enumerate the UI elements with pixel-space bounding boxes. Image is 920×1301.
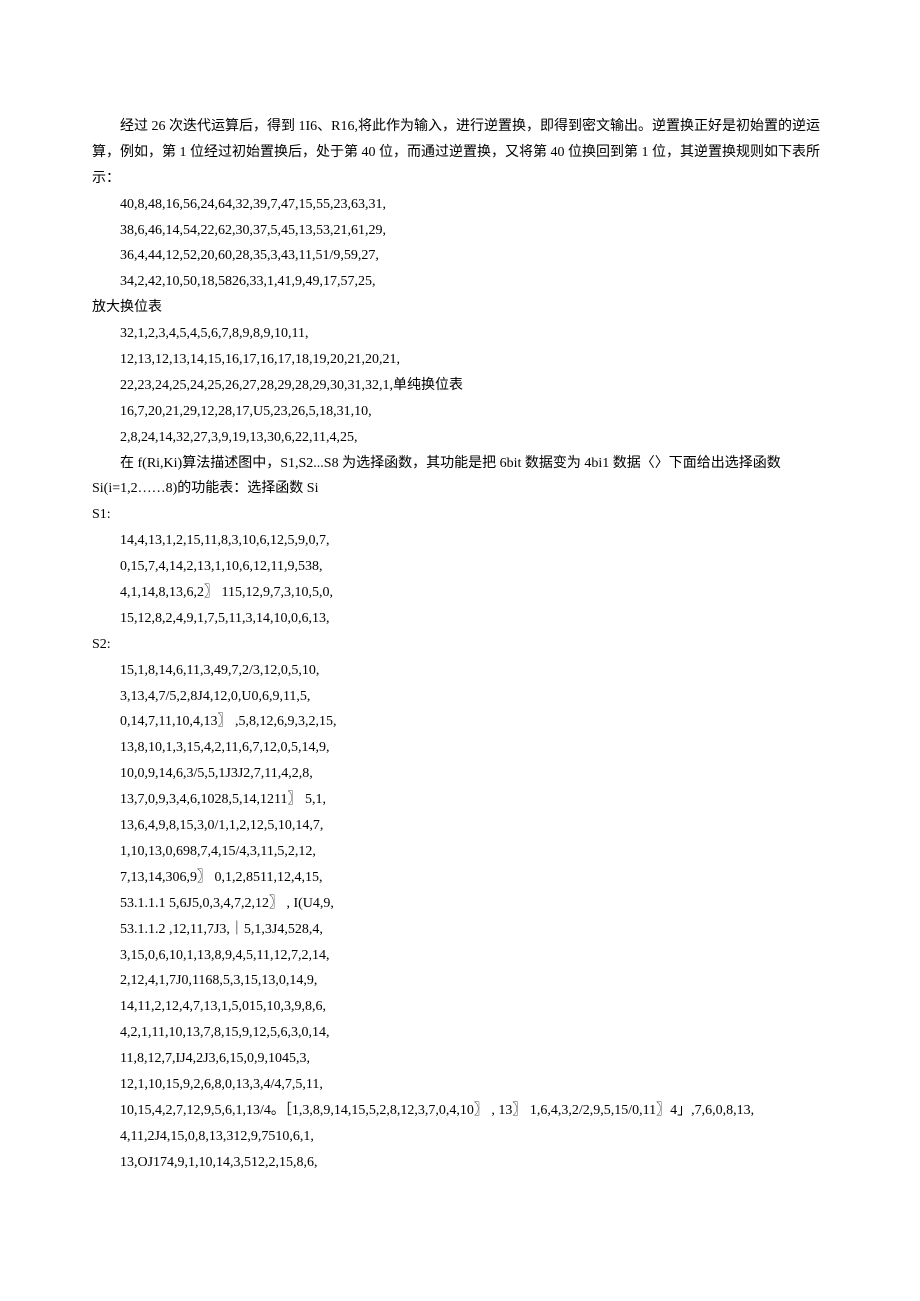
text: 15,12,8,2,4,9,1,7,5,11,3,14,10,0,6,13, [120, 611, 329, 626]
text: 13,8,10,1,3,15,4,2,11,6,7,12,0,5,14,9, [120, 740, 329, 755]
text: 14,4,13,1,2,15,11,8,3,10,6,12,5,9,0,7, [120, 533, 329, 548]
data-line: 4,1,14,8,13,6,2〗 115,12,9,7,3,10,5,0, [92, 580, 828, 606]
text: 36,4,44,12,52,20,60,28,35,3,43,11,51/9,5… [120, 248, 379, 263]
text: 13,7,0,9,3,4,6,1028,5,14,1211〗 5,1, [120, 792, 326, 807]
text: 7,13,14,306,9〗 0,1,2,8511,12,4,15, [120, 870, 322, 885]
data-line: 4,11,2J4,15,0,8,13,312,9,7510,6,1, [92, 1124, 828, 1150]
data-line: 53.1.1.2 ,12,11,7J3,｜5,1,3J4,528,4, [92, 917, 828, 943]
data-line: 11,8,12,7,IJ4,2J3,6,15,0,9,1045,3, [92, 1046, 828, 1072]
text: 10,15,4,2,7,12,9,5,6,1,13/4。［1,3,8,9,14,… [120, 1103, 754, 1118]
text: 3,13,4,7/5,2,8J4,12,0,U0,6,9,11,5, [120, 689, 310, 704]
data-line: 12,1,10,15,9,2,6,8,0,13,3,4/4,7,5,11, [92, 1072, 828, 1098]
data-line: 12,13,12,13,14,15,16,17,16,17,18,19,20,2… [92, 347, 828, 373]
data-line: 2,12,4,1,7J0,1168,5,3,15,13,0,14,9, [92, 968, 828, 994]
text: 14,11,2,12,4,7,13,1,5,015,10,3,9,8,6, [120, 999, 326, 1014]
text: 4,1,14,8,13,6,2〗 115,12,9,7,3,10,5,0, [120, 585, 333, 600]
text: S2: [92, 637, 111, 652]
text: 15,1,8,14,6,11,3,49,7,2/3,12,0,5,10, [120, 663, 319, 678]
data-line: 36,4,44,12,52,20,60,28,35,3,43,11,51/9,5… [92, 243, 828, 269]
data-line: 0,14,7,11,10,4,13〗 ,5,8,12,6,9,3,2,15, [92, 709, 828, 735]
text: 放大换位表 [92, 300, 162, 315]
text: 53.1.1.1 5,6J5,0,3,4,7,2,12〗 , I(U4,9, [120, 896, 334, 911]
document-page: 经过 26 次迭代运算后，得到 1I6、R16,将此作为输入，进行逆置换，即得到… [0, 0, 920, 1301]
data-line: 1,10,13,0,698,7,4,15/4,3,11,5,2,12, [92, 839, 828, 865]
text: 2,8,24,14,32,27,3,9,19,13,30,6,22,11,4,2… [120, 430, 357, 445]
data-line: 7,13,14,306,9〗 0,1,2,8511,12,4,15, [92, 865, 828, 891]
data-line: 15,1,8,14,6,11,3,49,7,2/3,12,0,5,10, [92, 658, 828, 684]
heading-enlarge-table: 放大换位表 [92, 295, 828, 321]
text: 0,15,7,4,14,2,13,1,10,6,12,11,9,538, [120, 559, 322, 574]
text: 12,1,10,15,9,2,6,8,0,13,3,4/4,7,5,11, [120, 1077, 323, 1092]
text: 在 f(Ri,Ki)算法描述图中，S1,S2...S8 为选择函数，其功能是把 … [92, 456, 781, 497]
data-line: 2,8,24,14,32,27,3,9,19,13,30,6,22,11,4,2… [92, 425, 828, 451]
text: 40,8,48,16,56,24,64,32,39,7,47,15,55,23,… [120, 197, 386, 212]
text: 10,0,9,14,6,3/5,5,1J3J2,7,11,4,2,8, [120, 766, 313, 781]
data-line: 34,2,42,10,50,18,5826,33,1,41,9,49,17,57… [92, 269, 828, 295]
data-line: 38,6,46,14,54,22,62,30,37,5,45,13,53,21,… [92, 218, 828, 244]
text: 22,23,24,25,24,25,26,27,28,29,28,29,30,3… [120, 378, 463, 393]
data-line: 40,8,48,16,56,24,64,32,39,7,47,15,55,23,… [92, 192, 828, 218]
data-line: 13,8,10,1,3,15,4,2,11,6,7,12,0,5,14,9, [92, 735, 828, 761]
data-line: 13,6,4,9,8,15,3,0/1,1,2,12,5,10,14,7, [92, 813, 828, 839]
text: 12,13,12,13,14,15,16,17,16,17,18,19,20,2… [120, 352, 400, 367]
data-line: 13,7,0,9,3,4,6,1028,5,14,1211〗 5,1, [92, 787, 828, 813]
text: 34,2,42,10,50,18,5826,33,1,41,9,49,17,57… [120, 274, 376, 289]
text: 38,6,46,14,54,22,62,30,37,5,45,13,53,21,… [120, 223, 386, 238]
data-line: 3,15,0,6,10,1,13,8,9,4,5,11,12,7,2,14, [92, 943, 828, 969]
data-line: 53.1.1.1 5,6J5,0,3,4,7,2,12〗 , I(U4,9, [92, 891, 828, 917]
data-line: 15,12,8,2,4,9,1,7,5,11,3,14,10,0,6,13, [92, 606, 828, 632]
data-line: 10,0,9,14,6,3/5,5,1J3J2,7,11,4,2,8, [92, 761, 828, 787]
text: 53.1.1.2 ,12,11,7J3,｜5,1,3J4,528,4, [120, 922, 323, 937]
data-line: 14,4,13,1,2,15,11,8,3,10,6,12,5,9,0,7, [92, 528, 828, 554]
data-line: 32,1,2,3,4,5,4,5,6,7,8,9,8,9,10,11, [92, 321, 828, 347]
data-line: 22,23,24,25,24,25,26,27,28,29,28,29,30,3… [92, 373, 828, 399]
text: 11,8,12,7,IJ4,2J3,6,15,0,9,1045,3, [120, 1051, 310, 1066]
data-line: 13,OJ174,9,1,10,14,3,512,2,15,8,6, [92, 1150, 828, 1176]
text: 经过 26 次迭代运算后，得到 1I6、R16,将此作为输入，进行逆置换，即得到… [92, 119, 820, 186]
data-line: 14,11,2,12,4,7,13,1,5,015,10,3,9,8,6, [92, 994, 828, 1020]
data-line-long: 10,15,4,2,7,12,9,5,6,1,13/4。［1,3,8,9,14,… [92, 1098, 828, 1124]
text: 4,2,1,11,10,13,7,8,15,9,12,5,6,3,0,14, [120, 1025, 329, 1040]
text: S1: [92, 507, 111, 522]
text: 3,15,0,6,10,1,13,8,9,4,5,11,12,7,2,14, [120, 948, 329, 963]
text: 16,7,20,21,29,12,28,17,U5,23,26,5,18,31,… [120, 404, 372, 419]
heading-s2: S2: [92, 632, 828, 658]
paragraph-sbox: 在 f(Ri,Ki)算法描述图中，S1,S2...S8 为选择函数，其功能是把 … [92, 451, 828, 503]
data-line: 0,15,7,4,14,2,13,1,10,6,12,11,9,538, [92, 554, 828, 580]
text: 13,6,4,9,8,15,3,0/1,1,2,12,5,10,14,7, [120, 818, 323, 833]
heading-s1: S1: [92, 502, 828, 528]
data-line: 3,13,4,7/5,2,8J4,12,0,U0,6,9,11,5, [92, 684, 828, 710]
text: 2,12,4,1,7J0,1168,5,3,15,13,0,14,9, [120, 973, 317, 988]
text: 0,14,7,11,10,4,13〗 ,5,8,12,6,9,3,2,15, [120, 714, 336, 729]
text: 32,1,2,3,4,5,4,5,6,7,8,9,8,9,10,11, [120, 326, 308, 341]
data-line: 4,2,1,11,10,13,7,8,15,9,12,5,6,3,0,14, [92, 1020, 828, 1046]
paragraph-intro: 经过 26 次迭代运算后，得到 1I6、R16,将此作为输入，进行逆置换，即得到… [92, 114, 828, 192]
text: 4,11,2J4,15,0,8,13,312,9,7510,6,1, [120, 1129, 314, 1144]
text: 1,10,13,0,698,7,4,15/4,3,11,5,2,12, [120, 844, 316, 859]
data-line: 16,7,20,21,29,12,28,17,U5,23,26,5,18,31,… [92, 399, 828, 425]
text: 13,OJ174,9,1,10,14,3,512,2,15,8,6, [120, 1155, 318, 1170]
